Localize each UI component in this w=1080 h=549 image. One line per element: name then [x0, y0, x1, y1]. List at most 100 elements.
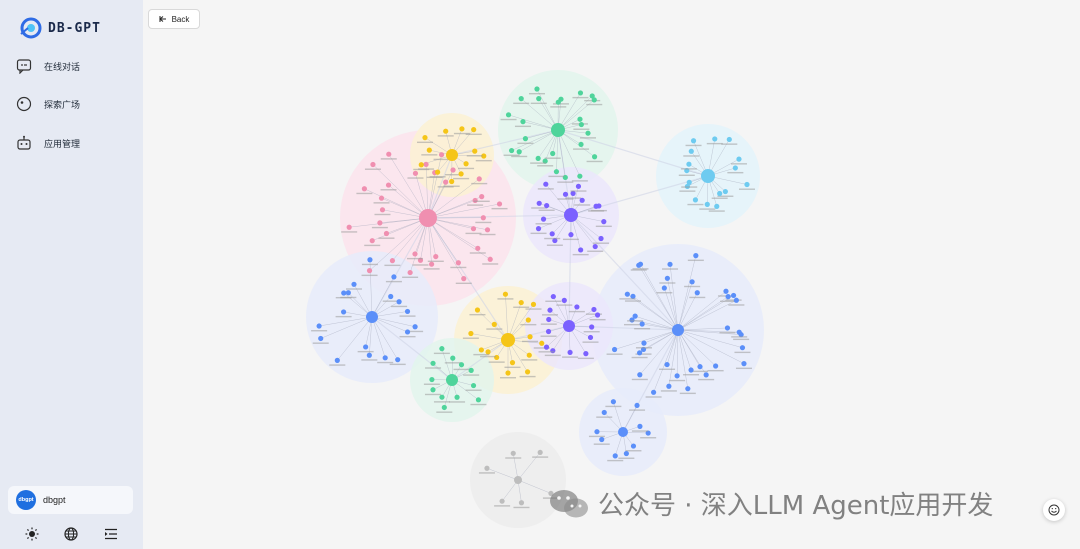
graph-node[interactable] — [539, 340, 545, 346]
graph-node[interactable] — [318, 335, 324, 342]
graph-hub-node-1[interactable] — [551, 123, 565, 137]
graph-node[interactable] — [443, 179, 449, 185]
graph-node[interactable] — [632, 313, 638, 319]
graph-node[interactable] — [664, 275, 670, 281]
graph-node[interactable] — [450, 167, 456, 173]
graph-node[interactable] — [725, 294, 731, 300]
graph-node[interactable] — [502, 291, 509, 297]
graph-node[interactable] — [703, 372, 709, 378]
graph-node[interactable] — [697, 364, 703, 370]
graph-node[interactable] — [418, 162, 424, 168]
graph-node[interactable] — [593, 203, 599, 209]
graph-node[interactable] — [624, 291, 630, 297]
graph-node[interactable] — [726, 136, 732, 143]
graph-node[interactable] — [664, 361, 670, 368]
graph-node[interactable] — [630, 443, 637, 449]
graph-hub-node-4[interactable] — [564, 208, 578, 222]
graph-node[interactable] — [634, 402, 640, 409]
graph-node[interactable] — [518, 299, 524, 306]
graph-node[interactable] — [589, 324, 595, 330]
graph-node[interactable] — [518, 500, 525, 506]
graph-node[interactable] — [744, 181, 750, 188]
graph-node[interactable] — [474, 307, 481, 313]
graph-node[interactable] — [471, 127, 477, 133]
menu-collapse-icon[interactable] — [103, 526, 119, 542]
graph-node[interactable] — [637, 372, 643, 378]
graph-node[interactable] — [426, 147, 432, 153]
graph-node[interactable] — [386, 151, 392, 157]
graph-hub-node-8[interactable] — [446, 374, 458, 386]
graph-node[interactable] — [449, 178, 455, 185]
sidebar-item-chat[interactable]: 在线对话 — [16, 52, 136, 80]
graph-node[interactable] — [484, 465, 490, 471]
graph-node[interactable] — [577, 90, 584, 96]
graph-node[interactable] — [666, 383, 672, 389]
graph-node[interactable] — [395, 357, 401, 363]
graph-hub-node-3[interactable] — [446, 149, 458, 161]
graph-node[interactable] — [549, 231, 555, 237]
graph-node[interactable] — [438, 152, 445, 158]
graph-hub-node-10[interactable] — [618, 427, 628, 437]
graph-node[interactable] — [499, 498, 505, 504]
graph-node[interactable] — [592, 243, 598, 250]
graph-node[interactable] — [389, 258, 396, 264]
graph-node[interactable] — [363, 344, 369, 350]
graph-node[interactable] — [686, 179, 692, 185]
graph-node[interactable] — [346, 224, 352, 230]
graph-node[interactable] — [587, 334, 594, 341]
globe-icon[interactable] — [63, 526, 79, 542]
graph-node[interactable] — [404, 308, 411, 315]
graph-hub-node-11[interactable] — [514, 476, 522, 484]
graph-node[interactable] — [404, 329, 411, 335]
graph-node[interactable] — [601, 409, 607, 416]
graph-node[interactable] — [461, 276, 467, 282]
graph-node[interactable] — [485, 349, 491, 355]
graph-node[interactable] — [536, 96, 542, 102]
graph-node[interactable] — [623, 450, 629, 457]
graph-node[interactable] — [630, 293, 636, 299]
graph-node[interactable] — [450, 355, 456, 361]
graph-node[interactable] — [430, 360, 436, 366]
graph-node[interactable] — [545, 328, 552, 335]
sun-icon[interactable] — [24, 526, 40, 542]
graph-node[interactable] — [379, 207, 386, 213]
graph-node[interactable] — [733, 297, 739, 303]
graph-node[interactable] — [694, 290, 700, 296]
graph-node[interactable] — [479, 194, 485, 200]
graph-node[interactable] — [732, 165, 738, 171]
graph-node[interactable] — [550, 293, 556, 300]
graph-node[interactable] — [385, 182, 392, 188]
graph-node[interactable] — [568, 232, 574, 238]
graph-node[interactable] — [578, 141, 584, 148]
graph-node[interactable] — [480, 215, 486, 221]
graph-node[interactable] — [534, 86, 540, 92]
knowledge-graph-canvas[interactable] — [143, 0, 1080, 549]
graph-node[interactable] — [475, 397, 482, 403]
graph-node[interactable] — [741, 361, 747, 367]
graph-node[interactable] — [579, 197, 585, 203]
graph-node[interactable] — [439, 346, 445, 352]
graph-node[interactable] — [412, 170, 419, 176]
graph-node[interactable] — [594, 429, 600, 435]
graph-node[interactable] — [693, 253, 699, 259]
graph-node[interactable] — [530, 301, 537, 307]
assistant-float-button[interactable] — [1043, 499, 1065, 521]
graph-node[interactable] — [435, 169, 441, 175]
graph-node[interactable] — [367, 257, 373, 263]
graph-node[interactable] — [575, 183, 582, 189]
graph-node[interactable] — [334, 357, 340, 363]
graph-node[interactable] — [688, 367, 694, 373]
graph-node[interactable] — [704, 201, 710, 207]
graph-node[interactable] — [544, 202, 550, 209]
graph-node[interactable] — [594, 312, 601, 318]
graph-node[interactable] — [422, 135, 428, 141]
graph-node[interactable] — [454, 394, 460, 400]
graph-node[interactable] — [685, 386, 691, 392]
graph-node[interactable] — [472, 148, 478, 154]
graph-node[interactable] — [591, 154, 598, 160]
graph-node[interactable] — [591, 306, 597, 313]
sidebar-item-apps[interactable]: 应用管理 — [16, 129, 136, 157]
graph-node[interactable] — [496, 201, 503, 207]
graph-node[interactable] — [578, 247, 584, 253]
graph-node[interactable] — [412, 324, 418, 330]
